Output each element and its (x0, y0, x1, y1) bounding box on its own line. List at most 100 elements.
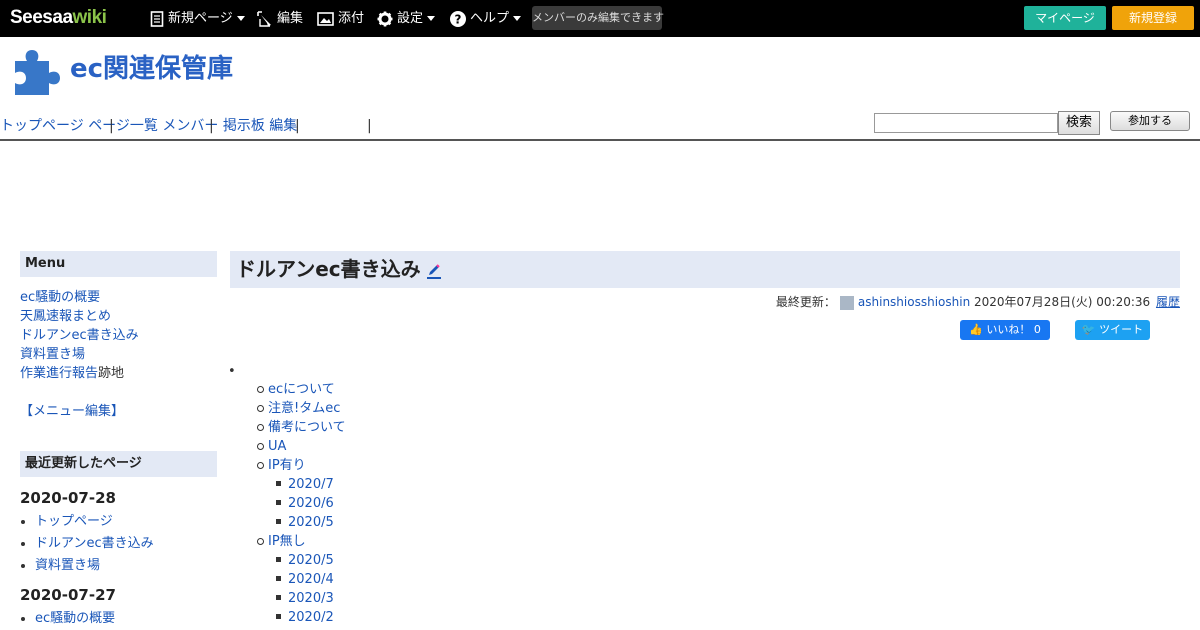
new-page-menu[interactable]: 新規ページ (150, 0, 245, 37)
square-bullet-icon (276, 500, 281, 505)
toc-item: 注意!タムec (257, 399, 340, 418)
help-menu[interactable]: ? ヘルプ (450, 0, 522, 37)
toc-item: 2020/4 (276, 570, 334, 589)
recent-link[interactable]: 資料置き場 (35, 558, 100, 573)
toc-link[interactable]: 2020/7 (288, 477, 334, 492)
toc-item: 2020/5 (276, 551, 334, 570)
edit-menu[interactable]: 編集 (257, 0, 303, 37)
menu-link-ec-overview[interactable]: ec騒動の概要 (20, 290, 100, 305)
site-title[interactable]: ec関連保管庫 (70, 52, 233, 86)
circle-bullet-icon (257, 386, 264, 393)
toc-link[interactable]: UA (268, 439, 286, 454)
list-item: トップページ (35, 511, 154, 533)
tweet-label: ツイート (1099, 323, 1144, 336)
toc-link[interactable]: 2020/2 (288, 610, 334, 625)
recent-link[interactable]: ドルアンec書き込み (35, 536, 154, 551)
nav-edit[interactable]: 編集 (269, 118, 297, 134)
circle-bullet-icon (257, 443, 264, 450)
menu-link-tenhou-summary[interactable]: 天鳳速報まとめ (20, 309, 111, 324)
recent-link[interactable]: ec騒動の概要 (35, 611, 115, 626)
gear-icon (377, 11, 393, 26)
updated-timestamp: 2020年07月28日(火) 00:20:36 (974, 295, 1151, 309)
search-button[interactable]: 検索 (1058, 111, 1100, 135)
mypage-button[interactable]: マイページ (1024, 6, 1106, 30)
menu-link-druan-posts[interactable]: ドルアンec書き込み (20, 328, 139, 343)
toc-link[interactable]: IP無し (268, 534, 306, 549)
attach-menu[interactable]: 添付 (317, 0, 364, 37)
toc-item: 2020/5 (276, 513, 334, 532)
nav-page-list[interactable]: ページ一覧 (88, 118, 158, 134)
settings-menu[interactable]: 設定 (377, 0, 436, 37)
toc-item: 2020/2 (276, 608, 334, 627)
menu-link-progress-report[interactable]: 作業進行報告 (20, 366, 98, 381)
top-bar: Seesaawiki 新規ページ 編集 添付 設定 ? ヘルプ メンバーのみ編集… (0, 0, 1200, 37)
chevron-down-icon (236, 16, 245, 21)
toc-link[interactable]: IP有り (268, 458, 306, 473)
like-label: いいね！ 0 (986, 323, 1041, 336)
toc-link[interactable]: 2020/4 (288, 572, 334, 587)
edit-page-icon (257, 10, 271, 27)
toc-root-bullet: • (228, 364, 236, 379)
toc-link[interactable]: 2020/3 (288, 591, 334, 606)
toc-item: UA (257, 437, 286, 456)
menu-link-suffix: 跡地 (98, 366, 125, 381)
toc-link[interactable]: ecについて (268, 382, 335, 397)
puzzle-logo-icon[interactable] (11, 47, 61, 97)
square-bullet-icon (276, 614, 281, 619)
list-item: 資料置き場 (35, 555, 154, 577)
chevron-down-icon (427, 16, 436, 21)
toc-link[interactable]: 備考について (268, 420, 346, 435)
menu-heading: Menu (20, 251, 217, 277)
thumbs-up-icon: 👍 (969, 323, 983, 336)
circle-bullet-icon (257, 424, 264, 431)
menu-links: ec騒動の概要 天鳳速報まとめ ドルアンec書き込み 資料置き場 作業進行報告跡… (20, 288, 139, 383)
help-icon: ? (450, 10, 466, 27)
toc-item: 備考について (257, 418, 346, 437)
page-title: ドルアンec書き込み (230, 251, 1180, 288)
square-bullet-icon (276, 595, 281, 600)
new-page-label: 新規ページ (168, 11, 233, 26)
toc-link[interactable]: 2020/6 (288, 496, 334, 511)
list-item: ec騒動の概要 (35, 608, 115, 630)
circle-bullet-icon (257, 538, 264, 545)
edit-label: 編集 (277, 11, 304, 26)
toc-item: 2020/6 (276, 494, 334, 513)
toc-link[interactable]: 2020/5 (288, 553, 334, 568)
toc-link[interactable]: 注意!タムec (268, 401, 340, 416)
logo-text-seesaa: Seesaa (10, 7, 73, 28)
toc-link[interactable]: 2020/5 (288, 515, 334, 530)
members-only-notice: メンバーのみ編集できます (532, 6, 664, 30)
toc-item: 2020/3 (276, 589, 334, 608)
circle-bullet-icon (257, 462, 264, 469)
nav-bbs[interactable]: 掲示板 (223, 118, 265, 134)
recent-date: 2020-07-27 (20, 586, 116, 604)
toc-item: IP無し (257, 532, 306, 551)
document-icon (150, 10, 164, 27)
chevron-down-icon (513, 16, 522, 21)
svg-text:?: ? (455, 12, 462, 26)
tweet-button[interactable]: 🐦 ツイート (1075, 320, 1150, 340)
pencil-icon[interactable] (426, 263, 441, 279)
join-button[interactable]: 参加する (1110, 111, 1190, 131)
menu-link-materials[interactable]: 資料置き場 (20, 347, 85, 362)
recent-date: 2020-07-28 (20, 489, 116, 507)
logo-text-wiki: wiki (72, 7, 107, 28)
register-button[interactable]: 新規登録 (1112, 6, 1194, 30)
recent-list: トップページ ドルアンec書き込み 資料置き場 (20, 511, 154, 577)
author-link[interactable]: ashinshiosshioshin (858, 295, 970, 309)
search-input[interactable] (874, 113, 1058, 133)
square-bullet-icon (276, 557, 281, 562)
seesaa-wiki-logo[interactable]: Seesaawiki (10, 7, 107, 29)
recent-link[interactable]: トップページ (35, 514, 113, 529)
menu-edit-link[interactable]: 【メニュー編集】 (20, 404, 124, 419)
page-title-text: ドルアンec書き込み (236, 257, 421, 281)
nav-top-page[interactable]: トップページ (0, 118, 84, 134)
global-nav: トップページ | ページ一覧 | メンバー | 掲示板 | 編集 (0, 118, 372, 134)
facebook-like-button[interactable]: 👍 いいね！ 0 (960, 320, 1050, 340)
square-bullet-icon (276, 481, 281, 486)
square-bullet-icon (276, 519, 281, 524)
image-icon (317, 11, 334, 26)
history-link[interactable]: 履歴 (1156, 295, 1180, 309)
toc-item: ecについて (257, 380, 335, 399)
recent-updates-heading: 最近更新したページ (20, 451, 217, 477)
